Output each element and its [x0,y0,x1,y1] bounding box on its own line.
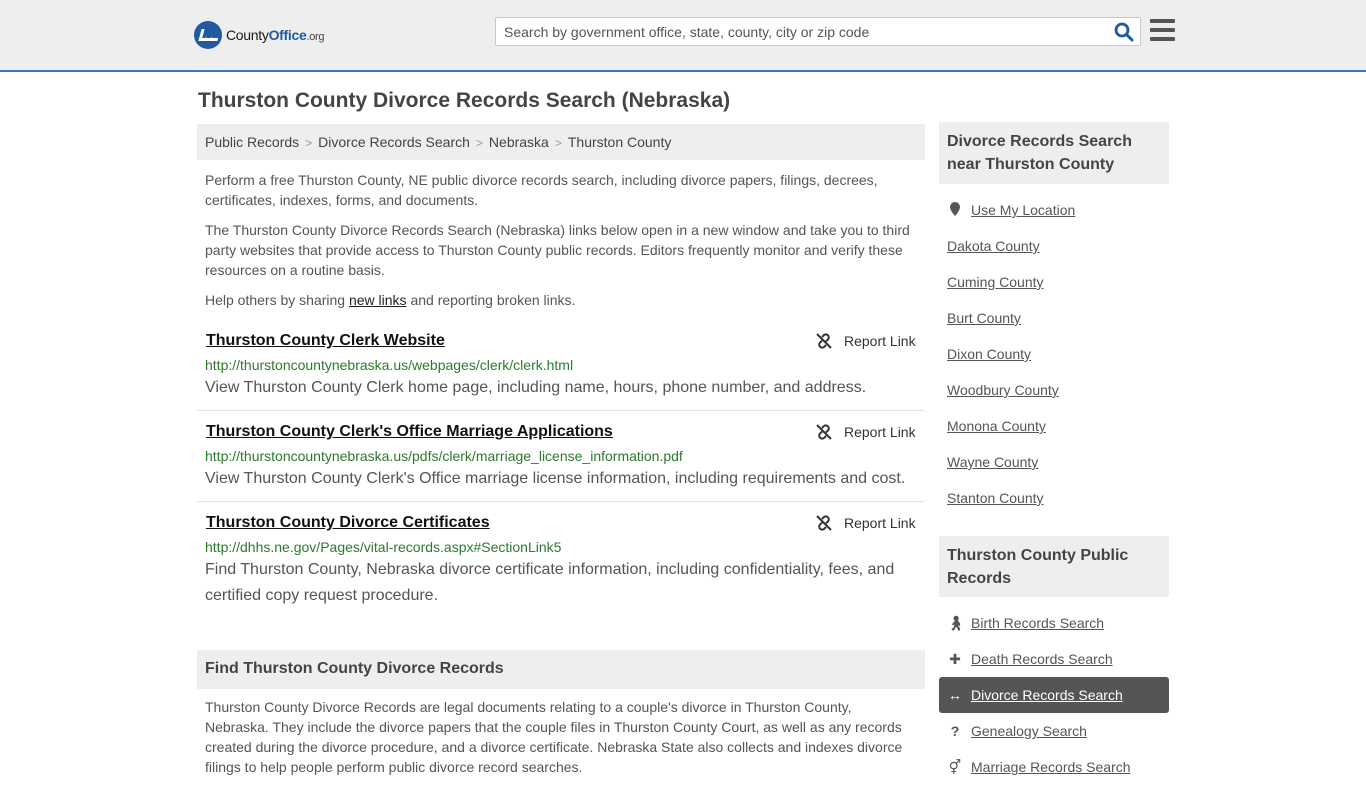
hamburger-menu-icon[interactable] [1150,19,1175,41]
result-description: View Thurston County Clerk's Office marr… [205,470,906,487]
birth-records-search-link[interactable]: 🚶︎ Birth Records Search [939,605,1169,641]
result-url[interactable]: http://dhhs.ne.gov/Pages/vital-records.a… [205,539,561,555]
breadcrumb-nebraska[interactable]: Nebraska [489,134,549,150]
broken-link-icon [816,515,832,531]
map-pin-icon [947,201,963,219]
result-item: Thurston County Divorce Certificates Rep… [197,502,925,620]
result-url[interactable]: http://thurstoncountynebraska.us/pdfs/cl… [205,448,683,464]
breadcrumb-thurston-county[interactable]: Thurston County [568,134,672,150]
nearby-county-link[interactable]: Stanton County [947,490,1044,506]
nearby-county-link[interactable]: Dakota County [947,238,1040,254]
find-records-heading: Find Thurston County Divorce Records [197,650,925,689]
nearby-county-link[interactable]: Monona County [947,418,1046,434]
result-item: Thurston County Clerk's Office Marriage … [197,411,925,502]
marriage-records-search-link[interactable]: ⚥ Marriage Records Search [939,749,1169,785]
birth-records-label: Birth Records Search [971,615,1105,631]
breadcrumb: Public Records > Divorce Records Search > Ne… [197,124,925,160]
divorce-records-label: Divorce Records Search [971,687,1123,703]
intro-paragraph-2: The Thurston County Divorce Records Sear… [205,222,910,278]
use-my-location-label: Use My Location [971,202,1076,218]
breadcrumb-divorce-records-search[interactable]: Divorce Records Search [318,134,470,150]
breadcrumb-separator: > [554,136,562,150]
question-icon: ? [950,723,960,739]
split-arrows-icon: ↔ [948,687,962,703]
broken-link-icon [816,333,832,349]
site-logo[interactable]: CountyOffice.org [194,21,325,49]
broken-link-icon [816,424,832,440]
nearby-county-link[interactable]: Burt County [947,310,1021,326]
logo-main: County [226,27,269,43]
search-input[interactable] [496,18,1106,45]
result-title-link[interactable]: Thurston County Clerk's Office Marriage … [206,423,613,441]
report-link-label: Report Link [844,424,916,440]
cross-icon: ✚ [949,650,961,667]
report-link-button[interactable]: Report Link [816,424,916,440]
use-my-location-link[interactable]: Use My Location [939,192,1169,228]
divorce-records-search-link[interactable]: ↔ Divorce Records Search [939,677,1169,713]
breadcrumb-separator: > [475,136,483,150]
page-title: Thurston County Divorce Records Search (… [198,89,731,112]
person-icon: 🚶︎ [947,614,965,631]
logo-text: CountyOffice.org [226,27,325,43]
report-link-button[interactable]: Report Link [816,515,916,531]
result-url[interactable]: http://thurstoncountynebraska.us/webpage… [205,357,573,373]
result-title-link[interactable]: Thurston County Divorce Certificates [206,514,490,532]
public-records-heading: Thurston County Public Records [939,536,1169,597]
genealogy-search-link[interactable]: ? Genealogy Search [939,713,1169,749]
intro-text: and reporting broken links. [406,292,576,308]
breadcrumb-public-records[interactable]: Public Records [205,134,299,150]
find-records-body: Thurston County Divorce Records are lega… [205,699,903,775]
logo-brand: Office [268,27,307,43]
result-description: Find Thurston County, Nebraska divorce c… [205,561,895,604]
nearby-county-link[interactable]: Woodbury County [947,382,1059,398]
genealogy-label: Genealogy Search [971,723,1087,739]
death-records-label: Death Records Search [971,651,1113,667]
nearby-heading: Divorce Records Search near Thurston Cou… [939,122,1169,184]
intro-text: Help others by sharing [205,292,349,308]
intro-paragraph-1: Perform a free Thurston County, NE publi… [205,172,878,208]
intro-paragraph-3: Help others by sharing new links and rep… [205,290,915,310]
new-links-link[interactable]: new links [349,292,407,308]
death-records-search-link[interactable]: ✚ Death Records Search [939,641,1169,677]
logo-tld: .org [306,31,325,43]
breadcrumb-separator: > [305,136,313,150]
gender-rings-icon: ⚥ [948,758,962,775]
logo-badge-icon [194,21,222,49]
report-link-label: Report Link [844,515,916,531]
nearby-county-link[interactable]: Dixon County [947,346,1031,362]
result-item: Thurston County Clerk Website Report Lin… [197,320,925,411]
nearby-county-link[interactable]: Cuming County [947,274,1044,290]
site-header: CountyOffice.org [0,0,1366,72]
result-description: View Thurston County Clerk home page, in… [205,379,867,396]
search-box [495,17,1141,46]
report-link-button[interactable]: Report Link [816,333,916,349]
search-icon[interactable] [1114,22,1134,42]
result-title-link[interactable]: Thurston County Clerk Website [206,332,445,350]
marriage-records-label: Marriage Records Search [971,759,1131,775]
nearby-county-link[interactable]: Wayne County [947,454,1038,470]
report-link-label: Report Link [844,333,916,349]
